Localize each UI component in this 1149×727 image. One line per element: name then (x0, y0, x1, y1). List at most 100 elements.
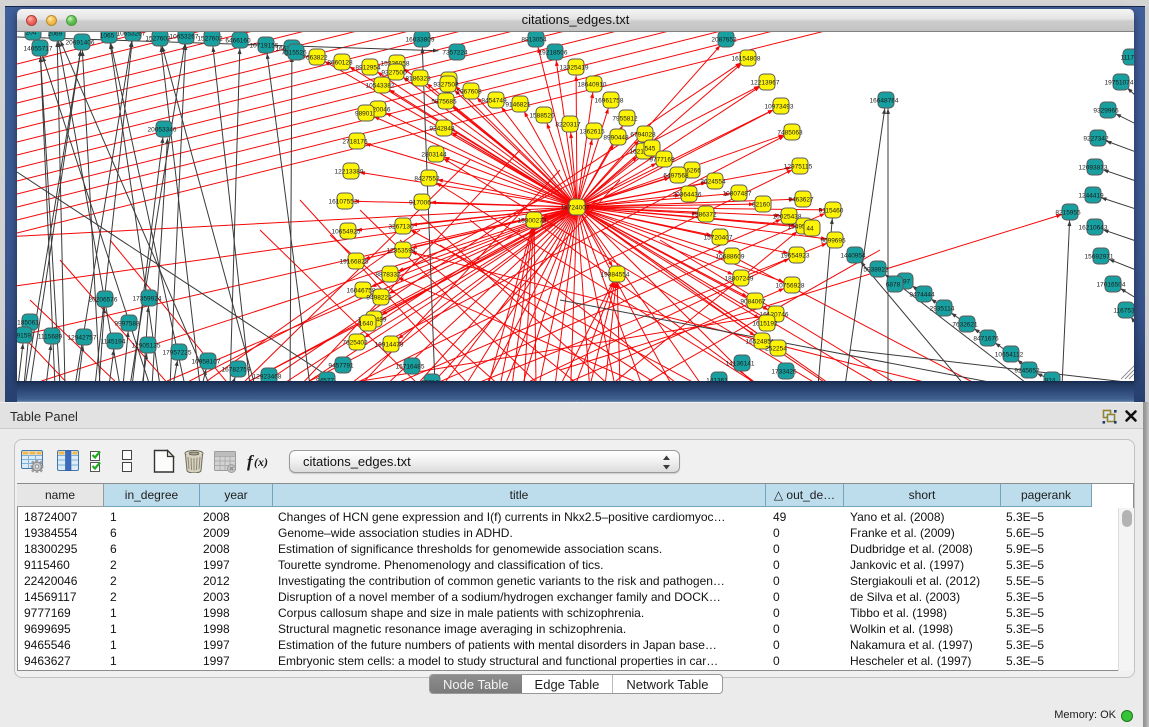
svg-text:16046758: 16046758 (347, 288, 376, 295)
svg-text:17957225: 17957225 (163, 350, 192, 357)
svg-text:15692971: 15692971 (1085, 254, 1114, 261)
svg-text:10958107: 10958107 (192, 359, 221, 366)
svg-text:2087652: 2087652 (711, 37, 737, 44)
svg-text:20364436: 20364436 (673, 192, 702, 199)
svg-text:1244419: 1244419 (1078, 193, 1104, 200)
svg-text:2718176: 2718176 (342, 139, 368, 146)
svg-text:10973493: 10973493 (765, 104, 794, 111)
svg-text:12942757: 12942757 (68, 335, 97, 342)
svg-text:2803144: 2803144 (421, 152, 447, 159)
svg-text:2967608: 2967608 (456, 89, 482, 96)
svg-text:204: 204 (26, 32, 37, 37)
svg-text:16107552: 16107552 (329, 199, 358, 206)
svg-text:13325419: 13325419 (560, 65, 589, 72)
svg-text:9146821: 9146821 (505, 102, 531, 109)
svg-text:10807487: 10807487 (723, 191, 752, 198)
svg-text:8220317: 8220317 (555, 122, 581, 129)
svg-text:10688609: 10688609 (716, 254, 745, 261)
svg-text:11178: 11178 (1120, 55, 1134, 62)
svg-text:17359924: 17359924 (133, 296, 162, 303)
svg-text:1640: 1640 (359, 321, 374, 328)
svg-text:1065: 1065 (100, 33, 115, 40)
svg-text:10756928: 10756928 (776, 283, 805, 290)
svg-text:9115460: 9115460 (819, 208, 844, 215)
svg-text:15716: 15716 (421, 380, 439, 382)
svg-text:9498222: 9498222 (366, 295, 392, 302)
svg-text:1527602: 1527602 (197, 36, 223, 43)
svg-text:18640910: 18640910 (578, 82, 607, 89)
svg-text:7632621: 7632621 (952, 322, 978, 329)
svg-text:3624554: 3624554 (700, 179, 726, 186)
svg-text:7485063: 7485063 (777, 130, 803, 137)
svg-text:8878332: 8878332 (375, 272, 401, 279)
svg-text:12353594: 12353594 (387, 248, 416, 255)
svg-text:8813054: 8813054 (521, 37, 547, 44)
svg-text:15300273: 15300273 (518, 218, 547, 225)
svg-text:20691406: 20691406 (66, 40, 95, 47)
svg-text:3267130: 3267130 (388, 224, 414, 231)
svg-text:9463627: 9463627 (788, 197, 814, 204)
svg-text:19654923: 19654923 (781, 253, 810, 260)
svg-text:10653267: 10653267 (117, 32, 146, 38)
svg-text:6794028: 6794028 (630, 132, 656, 139)
svg-text:39159: 39159 (17, 333, 31, 340)
svg-text:94577: 94577 (316, 378, 334, 382)
svg-text:9327508: 9327508 (433, 82, 459, 89)
svg-text:18724007: 18724007 (561, 205, 590, 212)
svg-text:7955812: 7955812 (612, 116, 638, 123)
svg-text:6466160: 6466160 (225, 38, 251, 45)
svg-text:1733426: 1733426 (771, 369, 797, 376)
svg-text:9777169: 9777169 (649, 157, 675, 164)
svg-text:1115689: 1115689 (38, 334, 63, 341)
svg-text:44: 44 (806, 226, 814, 233)
svg-text:20206576: 20206576 (89, 297, 118, 304)
svg-text:8990448: 8990448 (603, 135, 629, 142)
svg-text:9327500: 9327500 (381, 70, 407, 77)
svg-text:16961758: 16961758 (595, 98, 624, 105)
svg-text:8427552: 8427552 (414, 176, 440, 183)
svg-text:19218506: 19218506 (539, 50, 568, 57)
svg-text:6878: 6878 (886, 282, 901, 289)
svg-text:16210643: 16210643 (1079, 225, 1108, 232)
svg-text:16033809: 16033809 (406, 37, 435, 44)
svg-text:9329966: 9329966 (1093, 108, 1119, 115)
svg-text:1615192: 1615192 (752, 321, 778, 328)
svg-text:14136141: 14136141 (726, 361, 755, 368)
svg-text:7663822: 7663822 (302, 55, 328, 62)
svg-text:1362615: 1362615 (579, 129, 605, 136)
svg-text:924: 924 (1045, 378, 1056, 382)
svg-text:1145194: 1145194 (101, 339, 126, 346)
svg-text:12923468: 12923468 (253, 374, 282, 381)
svg-text:9227342: 9227342 (1083, 136, 1109, 143)
svg-text:141361: 141361 (706, 378, 728, 382)
svg-text:5938923: 5938923 (863, 267, 889, 274)
svg-text:(x): (x) (254, 455, 268, 469)
svg-text:6497568: 6497568 (663, 173, 689, 180)
svg-text:10653267: 10653267 (170, 34, 199, 41)
svg-text:9997588: 9997588 (114, 321, 140, 328)
svg-text:8660128: 8660128 (327, 60, 353, 67)
svg-text:5875685: 5875685 (431, 99, 457, 106)
svg-text:15720407: 15720407 (704, 235, 733, 242)
svg-text:9084067: 9084067 (740, 299, 766, 306)
svg-text:917006: 917006 (409, 200, 431, 207)
svg-text:9242848: 9242848 (429, 126, 455, 133)
svg-text:19166825: 19166825 (340, 259, 369, 266)
svg-text:2935114: 2935114 (930, 306, 955, 313)
svg-text:1527602: 1527602 (145, 36, 171, 43)
svg-text:18807249: 18807249 (725, 276, 754, 283)
svg-text:1440954: 1440954 (840, 253, 866, 260)
svg-text:19751074: 19751074 (1105, 80, 1134, 87)
svg-text:16782759: 16782759 (222, 367, 251, 374)
svg-text:16648764: 16648764 (870, 98, 899, 105)
svg-text:8186328: 8186328 (405, 76, 431, 83)
svg-text:9699695: 9699695 (820, 238, 846, 245)
svg-text:9457791: 9457791 (328, 363, 354, 370)
svg-text:8471676: 8471676 (973, 336, 999, 343)
svg-text:10654112: 10654112 (995, 352, 1024, 359)
svg-text:12905135: 12905135 (132, 343, 161, 350)
svg-text:10543382: 10543382 (366, 83, 395, 90)
svg-text:1588520: 1588520 (529, 113, 555, 120)
svg-text:14055717: 14055717 (24, 46, 53, 53)
svg-text:12213389: 12213389 (335, 169, 364, 176)
